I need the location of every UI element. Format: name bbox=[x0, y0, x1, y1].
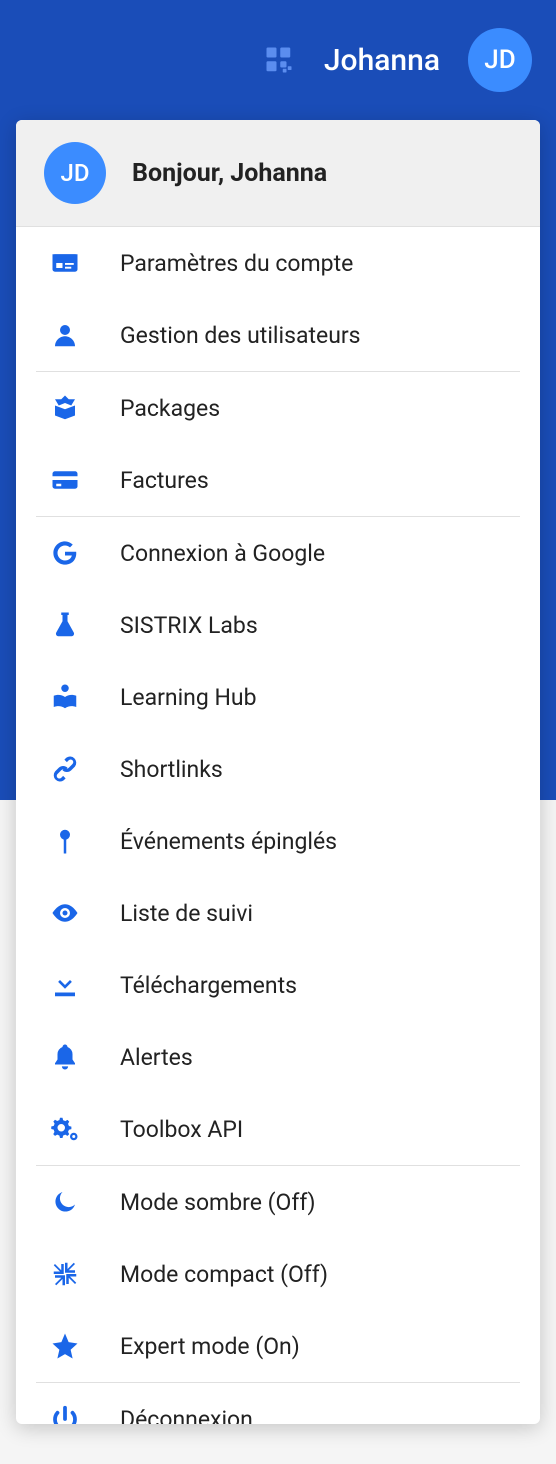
power-icon bbox=[48, 1402, 82, 1424]
bell-icon bbox=[48, 1040, 82, 1074]
compress-icon bbox=[48, 1257, 82, 1291]
menu-item-label: Packages bbox=[120, 395, 220, 422]
menu-item-label: Expert mode (On) bbox=[120, 1333, 300, 1360]
menu-item-label: Connexion à Google bbox=[120, 540, 325, 567]
header-user-name[interactable]: Johanna bbox=[324, 43, 440, 78]
link-icon bbox=[48, 752, 82, 786]
menu-item-label: Événements épinglés bbox=[120, 828, 337, 855]
menu-item-user-management[interactable]: Gestion des utilisateurs bbox=[16, 299, 540, 371]
google-icon bbox=[48, 536, 82, 570]
menu-item-label: Mode compact (Off) bbox=[120, 1261, 328, 1288]
menu-item-label: Mode sombre (Off) bbox=[120, 1189, 316, 1216]
menu-item-alerts[interactable]: Alertes bbox=[16, 1021, 540, 1093]
menu-item-labs[interactable]: SISTRIX Labs bbox=[16, 589, 540, 661]
box-open-icon bbox=[48, 391, 82, 425]
menu-item-label: Toolbox API bbox=[120, 1116, 243, 1143]
eye-icon bbox=[48, 896, 82, 930]
menu-item-dark-mode[interactable]: Mode sombre (Off) bbox=[16, 1166, 540, 1238]
download-icon bbox=[48, 968, 82, 1002]
menu-item-label: Déconnexion bbox=[120, 1406, 253, 1425]
menu-item-pinned-events[interactable]: Événements épinglés bbox=[16, 805, 540, 877]
menu-item-invoices[interactable]: Factures bbox=[16, 444, 540, 516]
dropdown-header: JD Bonjour, Johanna bbox=[16, 120, 540, 227]
menu-item-downloads[interactable]: Téléchargements bbox=[16, 949, 540, 1021]
avatar-small: JD bbox=[44, 142, 106, 204]
menu-item-label: Factures bbox=[120, 467, 209, 494]
menu-item-compact-mode[interactable]: Mode compact (Off) bbox=[16, 1238, 540, 1310]
id-card-icon bbox=[48, 246, 82, 280]
menu-item-label: Shortlinks bbox=[120, 756, 223, 783]
user-dropdown: JD Bonjour, Johanna Paramètres du compte… bbox=[16, 120, 540, 1424]
menu-item-shortlinks[interactable]: Shortlinks bbox=[16, 733, 540, 805]
menu-item-watchlist[interactable]: Liste de suivi bbox=[16, 877, 540, 949]
menu-item-toolbox-api[interactable]: Toolbox API bbox=[16, 1093, 540, 1165]
app-header: Johanna JD bbox=[0, 0, 556, 120]
moon-icon bbox=[48, 1185, 82, 1219]
menu-item-google-connect[interactable]: Connexion à Google bbox=[16, 517, 540, 589]
greeting-text: Bonjour, Johanna bbox=[132, 159, 327, 188]
pin-icon bbox=[48, 824, 82, 858]
star-icon bbox=[48, 1329, 82, 1363]
credit-card-icon bbox=[48, 463, 82, 497]
flask-icon bbox=[48, 608, 82, 642]
book-reader-icon bbox=[48, 680, 82, 714]
menu-item-label: Paramètres du compte bbox=[120, 250, 353, 277]
menu-item-label: Alertes bbox=[120, 1044, 193, 1071]
avatar[interactable]: JD bbox=[468, 28, 532, 92]
menu-item-account-settings[interactable]: Paramètres du compte bbox=[16, 227, 540, 299]
menu-item-logout[interactable]: Déconnexion bbox=[16, 1383, 540, 1424]
cogs-icon bbox=[48, 1112, 82, 1146]
dropdown-menu: Paramètres du compte Gestion des utilisa… bbox=[16, 227, 540, 1424]
menu-item-learning-hub[interactable]: Learning Hub bbox=[16, 661, 540, 733]
menu-item-expert-mode[interactable]: Expert mode (On) bbox=[16, 1310, 540, 1382]
menu-item-label: Téléchargements bbox=[120, 972, 297, 999]
menu-item-packages[interactable]: Packages bbox=[16, 372, 540, 444]
apps-grid-icon[interactable] bbox=[262, 43, 296, 77]
user-icon bbox=[48, 318, 82, 352]
menu-item-label: Liste de suivi bbox=[120, 900, 253, 927]
menu-item-label: Learning Hub bbox=[120, 684, 257, 711]
menu-item-label: Gestion des utilisateurs bbox=[120, 322, 361, 349]
menu-item-label: SISTRIX Labs bbox=[120, 612, 258, 639]
